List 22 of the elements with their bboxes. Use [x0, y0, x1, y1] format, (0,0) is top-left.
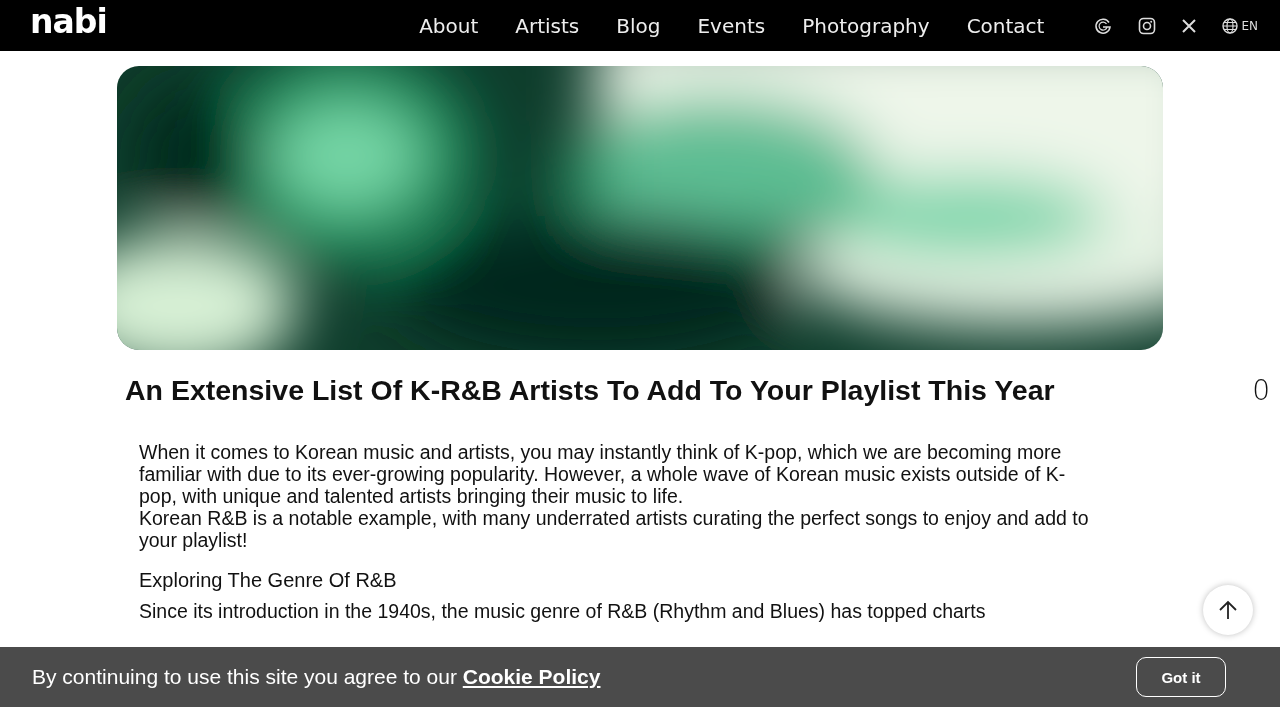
nav-link[interactable]: About — [419, 13, 479, 38]
article-title: An Extensive List Of K-R&B Artists To Add To Your Playlist This Year — [125, 374, 1055, 407]
nav-link[interactable]: Photography — [802, 13, 930, 38]
x-icon[interactable] — [1182, 18, 1197, 33]
paragraph: When it comes to Korean music and artists, you may instantly think of K-pop, which we are becoming more familiar with due to its ever-growing popularity. However, a whole wave of Korean music exists outside of K-pop, with unique and talented artists bringing their music to life. — [139, 441, 1067, 507]
arrow-up-icon[interactable] — [1217, 599, 1239, 621]
cookie-notice: By continuing to use this site you agree to our Cookie Policy — [32, 666, 601, 688]
paragraph: Korean R&B is a notable example, with many underrated artists curating the perfect songs to enjoy and add to your playlist! — [139, 507, 1090, 551]
cookie-policy-link[interactable]: Cookie Policy — [462, 665, 601, 688]
nav-link[interactable]: Blog — [616, 13, 661, 38]
language-selector[interactable]: EN — [1222, 17, 1258, 34]
nav-link[interactable]: Events — [697, 13, 766, 38]
nav-link[interactable]: Artists — [515, 13, 580, 38]
accept-button[interactable]: Got it — [1136, 657, 1226, 697]
side-counter: 0 — [1252, 374, 1270, 407]
scroll-top-button[interactable] — [1203, 585, 1253, 635]
section-heading: Exploring The Genre Of R&B — [139, 569, 398, 592]
instagram-icon[interactable] — [1138, 16, 1157, 35]
g-logo-icon[interactable] — [1094, 16, 1113, 35]
nav-link[interactable]: Contact — [966, 13, 1045, 38]
logo[interactable]: nabi — [30, 5, 107, 38]
paragraph: Since its introduction in the 1940s, the music genre of R&B (Rhythm and Blues) has topped charts — [139, 600, 987, 622]
